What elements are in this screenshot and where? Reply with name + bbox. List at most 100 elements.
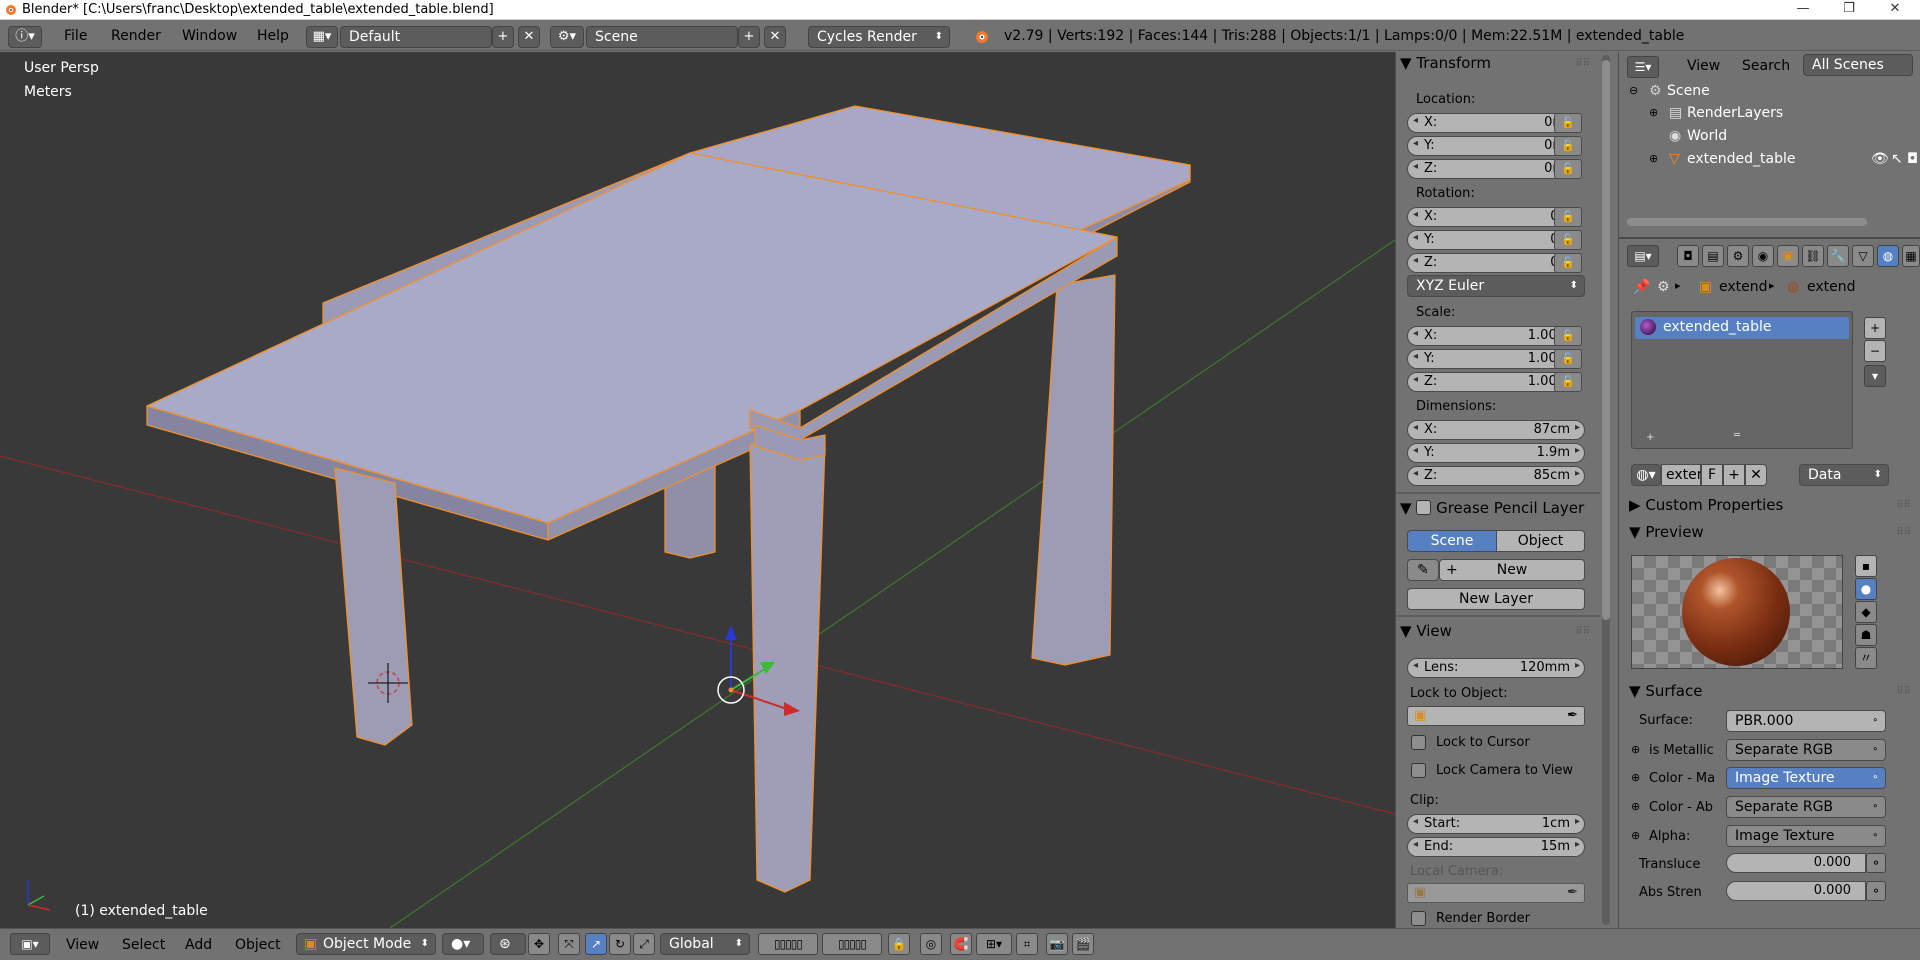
maximize-button[interactable]: ❐ [1826, 0, 1872, 20]
menu-help[interactable]: Help [257, 28, 289, 44]
outliner-search-menu[interactable]: Search [1742, 58, 1790, 74]
outliner-item-renderlayers[interactable]: RenderLayers [1687, 105, 1783, 121]
expand-icon[interactable]: ⊕ [1649, 106, 1658, 119]
render-camera-icon[interactable]: ◘ [1907, 151, 1918, 167]
abs-strength-slider[interactable]: 0.000 [1726, 881, 1866, 901]
menu-select[interactable]: Select [122, 937, 165, 953]
view-panel-header[interactable]: ▼ View [1400, 622, 1590, 644]
lock-layers-icon[interactable]: 🔒 [888, 933, 910, 955]
table-leg-front-left[interactable] [334, 467, 413, 746]
new-material-button[interactable]: + [1723, 464, 1745, 486]
rotation-mode-dropdown[interactable]: XYZ Euler ⬍ [1407, 275, 1585, 297]
dimensions-y-field[interactable]: ◂ Y: 1.9m ▸ [1407, 443, 1585, 463]
transform-panel-header[interactable]: ▼ Transform [1400, 54, 1590, 76]
fake-user-button[interactable]: F [1701, 464, 1723, 486]
proportional-edit-icon[interactable]: ◎ [920, 933, 942, 955]
preview-cube-icon[interactable]: ◆ [1855, 601, 1877, 623]
menu-object[interactable]: Object [235, 937, 281, 953]
manipulator-toggle-icon[interactable]: ✥ [528, 933, 550, 955]
add-small-icon[interactable]: + [1646, 432, 1654, 443]
layers-grid-icon[interactable]: ▯▯▯▯▯ [758, 933, 818, 955]
object-tab-icon[interactable]: ▣ [1777, 245, 1799, 267]
lock-location-z-icon[interactable]: 🔓 [1554, 159, 1582, 179]
translucency-link-icon[interactable]: ⚬ [1866, 853, 1886, 873]
scale-manipulator-icon[interactable]: ⤢ [633, 933, 655, 955]
preview-flat-icon[interactable]: ▪ [1855, 555, 1877, 577]
constraints-tab-icon[interactable]: ⛓ [1802, 245, 1824, 267]
material-specials-dropdown[interactable]: ▾ [1864, 365, 1886, 387]
render-animation-icon[interactable]: 🎬 [1072, 933, 1094, 955]
outliner-hscrollbar[interactable] [1627, 218, 1867, 226]
dimensions-z-field[interactable]: ◂ Z: 85cm ▸ [1407, 466, 1585, 486]
drag-grip-icon[interactable]: ⠿⠿ [1896, 527, 1911, 538]
drag-grip-icon[interactable]: ⠿⠿ [1896, 686, 1911, 697]
grease-scene-button[interactable]: Scene [1407, 530, 1497, 552]
cursor-select-icon[interactable]: ↖ [1891, 151, 1903, 167]
layout-selector[interactable]: Default [340, 26, 492, 48]
menu-window[interactable]: Window [182, 28, 237, 44]
lock-rotation-x-icon[interactable]: 🔓 [1554, 207, 1582, 227]
drag-grip-icon[interactable]: ⠿⠿ [1575, 58, 1590, 69]
grease-pencil-checkbox[interactable] [1416, 500, 1432, 515]
add-layout-button[interactable]: + [492, 26, 514, 48]
pencil-icon[interactable]: ✎ [1407, 559, 1439, 581]
lock-camera-checkbox[interactable] [1411, 763, 1426, 778]
3d-view-editor-type-icon[interactable]: ▣▾ [10, 933, 50, 955]
viewport-scene[interactable] [0, 52, 1395, 928]
table-leg-back-right[interactable] [1031, 274, 1116, 666]
render-engine-selector[interactable]: Cycles Render ⬍ [808, 26, 950, 48]
screen-layout-icon[interactable]: ▦▾ [306, 26, 338, 48]
data-tab-icon[interactable]: ▽ [1852, 245, 1874, 267]
render-border-checkbox[interactable] [1411, 911, 1426, 926]
material-name-field[interactable]: exten [1661, 464, 1706, 486]
preview-hair-icon[interactable]: 〃 [1855, 647, 1877, 669]
input-metallic-node[interactable]: Separate RGB ⚬ [1726, 739, 1886, 761]
world-tab-icon[interactable]: ◉ [1752, 245, 1774, 267]
outliner-filter-dropdown[interactable]: All Scenes [1803, 54, 1913, 76]
surface-header[interactable]: ▼ Surface [1629, 682, 1909, 704]
add-material-slot-button[interactable]: + [1864, 317, 1886, 339]
expand-input-icon[interactable]: ⊕ [1631, 743, 1640, 756]
render-tab-icon[interactable]: ◘ [1677, 245, 1699, 267]
input-color-ab-node[interactable]: Separate RGB ⚬ [1726, 796, 1886, 818]
menu-file[interactable]: File [64, 28, 87, 44]
layers-grid-2-icon[interactable]: ▯▯▯▯▯ [822, 933, 882, 955]
n-panel-scrollbar[interactable] [1602, 55, 1610, 925]
outliner-item-world[interactable]: World [1687, 128, 1727, 144]
input-alpha-node[interactable]: Image Texture ⚬ [1726, 825, 1886, 847]
texture-tab-icon[interactable]: ▦ [1902, 245, 1920, 267]
expand-input-icon[interactable]: ⊕ [1631, 800, 1640, 813]
close-button[interactable]: ✕ [1872, 0, 1918, 20]
collapse-icon[interactable]: ⊖ [1629, 84, 1638, 97]
lens-field[interactable]: ◂ Lens: 120mm ▸ [1407, 658, 1585, 678]
viewport-shading-dropdown[interactable]: ●▾ [442, 933, 484, 955]
menu-render[interactable]: Render [111, 28, 161, 44]
eye-icon[interactable]: 👁 [1871, 151, 1889, 167]
lock-scale-x-icon[interactable]: 🔓 [1554, 326, 1582, 346]
breadcrumb-material[interactable]: extend [1807, 279, 1856, 295]
snap-toggle-icon[interactable]: 🧲 [950, 933, 972, 955]
lock-object-field[interactable]: ▣ ✒ [1407, 706, 1585, 726]
add-scene-button[interactable]: + [738, 26, 760, 48]
info-editor-type-button[interactable]: ⓘ▾ [8, 26, 42, 48]
material-slot-item[interactable]: extended_table [1635, 317, 1849, 339]
lock-rotation-z-icon[interactable]: 🔓 [1554, 253, 1582, 273]
pivot-point-dropdown[interactable]: ⊛ [490, 933, 526, 955]
pin-icon[interactable]: 📌 [1633, 279, 1650, 295]
preview-sphere-icon[interactable]: ● [1855, 578, 1877, 600]
abs-strength-link-icon[interactable]: ⚬ [1866, 881, 1886, 901]
lock-scale-z-icon[interactable]: 🔓 [1554, 372, 1582, 392]
material-link-dropdown[interactable]: Data ⬍ [1799, 464, 1889, 486]
material-browse-button[interactable]: ◍▾ [1631, 464, 1661, 486]
lock-rotation-y-icon[interactable]: 🔓 [1554, 230, 1582, 250]
transform-orientation-dropdown[interactable]: Global ⬍ [660, 933, 750, 955]
rotate-manipulator-icon[interactable]: ↻ [609, 933, 631, 955]
drag-grip-icon[interactable]: ⠿⠿ [1896, 500, 1911, 511]
expand-input-icon[interactable]: ⊕ [1631, 771, 1640, 784]
lock-to-cursor-checkbox[interactable] [1411, 735, 1426, 750]
menu-view[interactable]: View [66, 937, 99, 953]
lock-scale-y-icon[interactable]: 🔓 [1554, 349, 1582, 369]
manipulator-mode-icon[interactable]: ⤧ [558, 933, 580, 955]
input-color-ma-node[interactable]: Image Texture ⚬ [1726, 767, 1886, 789]
remove-material-slot-button[interactable]: − [1864, 340, 1886, 362]
